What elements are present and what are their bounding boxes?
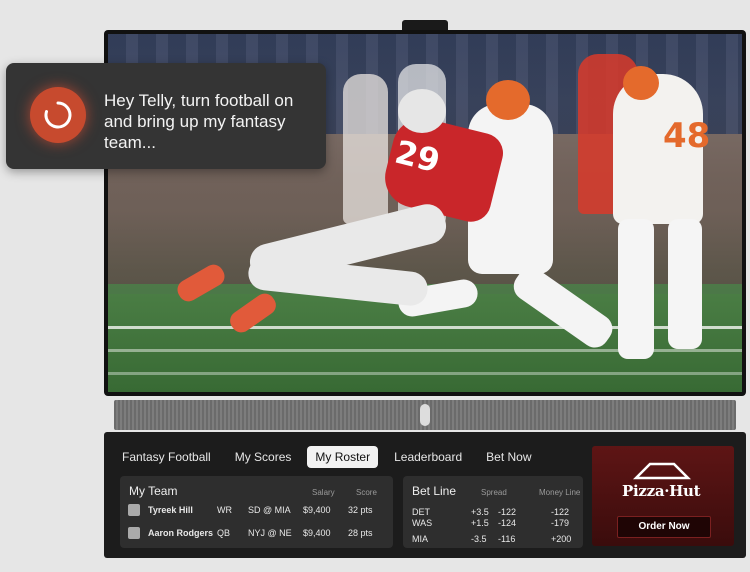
bet-line-title: Bet Line [412, 484, 457, 498]
player-position: WR [217, 505, 232, 515]
player-name: Aaron Rodgers [148, 528, 214, 538]
bet-spread-odds: -124 [498, 518, 517, 528]
pizza-hut-ad[interactable]: Pizza·Hut Order Now [592, 446, 734, 546]
table-row[interactable]: Aaron Rodgers QB NYJ @ NE $9,400 28 pts [128, 526, 385, 542]
assistant-message: Hey Telly, turn football on and bring up… [104, 91, 294, 152]
player-name: Tyreek Hill [148, 505, 193, 515]
player-game: SD @ MIA [248, 505, 291, 515]
my-team-card: My Team Salary Score Tyreek Hill WR SD @… [120, 476, 393, 548]
background-player [343, 74, 388, 224]
yard-line [108, 372, 742, 375]
loading-spinner-icon [44, 101, 72, 129]
bet-spread: +1.5 [471, 518, 489, 528]
companion-screen: Fantasy Football My Scores My Roster Lea… [104, 432, 746, 558]
tab-fantasy-football[interactable]: Fantasy Football [114, 446, 219, 468]
player-position: QB [217, 528, 231, 538]
helmet-icon [398, 89, 446, 133]
player-score: 32 pts [348, 505, 373, 515]
tab-my-roster[interactable]: My Roster [307, 446, 379, 468]
order-now-button[interactable]: Order Now [617, 516, 711, 538]
helmet-icon [623, 66, 659, 100]
voice-assistant-bubble: Hey Telly, turn football on and bring up… [6, 63, 326, 169]
player-score: 28 pts [348, 528, 373, 538]
player-salary: $9,400 [303, 528, 331, 538]
soundbar-sensor [420, 404, 430, 426]
tab-bet-now[interactable]: Bet Now [478, 446, 539, 468]
bet-money-line: -122 [551, 507, 570, 517]
player-salary: $9,400 [303, 505, 331, 515]
bet-spread: -3.5 [471, 534, 487, 544]
player-leg [618, 219, 654, 359]
bet-spread: +3.5 [471, 507, 489, 517]
avatar [128, 527, 140, 539]
bet-spread-odds: -122 [498, 507, 517, 517]
pizza-hut-roof-icon [632, 462, 692, 480]
ad-brand: Pizza·Hut [622, 482, 701, 500]
score-header: Score [356, 488, 377, 497]
tab-bar: Fantasy Football My Scores My Roster Lea… [114, 446, 540, 468]
player-48: 48 [613, 66, 710, 224]
bet-spread-odds: -116 [498, 534, 516, 544]
player-game: NYJ @ NE [248, 528, 292, 538]
bet-team: WAS [412, 518, 433, 528]
money-line-header: Money Line [539, 488, 581, 497]
jersey-number: 48 [663, 116, 711, 156]
my-team-title: My Team [129, 484, 178, 498]
spread-header: Spread [481, 488, 507, 497]
jersey-number: 29 [391, 132, 444, 181]
bet-team: MIA [412, 534, 429, 544]
bet-money-line: +200 [551, 534, 572, 544]
avatar [128, 504, 140, 516]
bet-money-line: -179 [551, 518, 570, 528]
bet-team: DET [412, 507, 430, 517]
bet-line-card: Bet Line Spread Money Line DET +3.5 -122… [403, 476, 583, 548]
listening-indicator [30, 87, 86, 143]
tab-leaderboard[interactable]: Leaderboard [386, 446, 470, 468]
tab-my-scores[interactable]: My Scores [227, 446, 300, 468]
player-leg [668, 219, 702, 349]
table-row[interactable]: Tyreek Hill WR SD @ MIA $9,400 32 pts [128, 503, 385, 519]
salary-header: Salary [312, 488, 335, 497]
helmet-icon [486, 80, 530, 120]
